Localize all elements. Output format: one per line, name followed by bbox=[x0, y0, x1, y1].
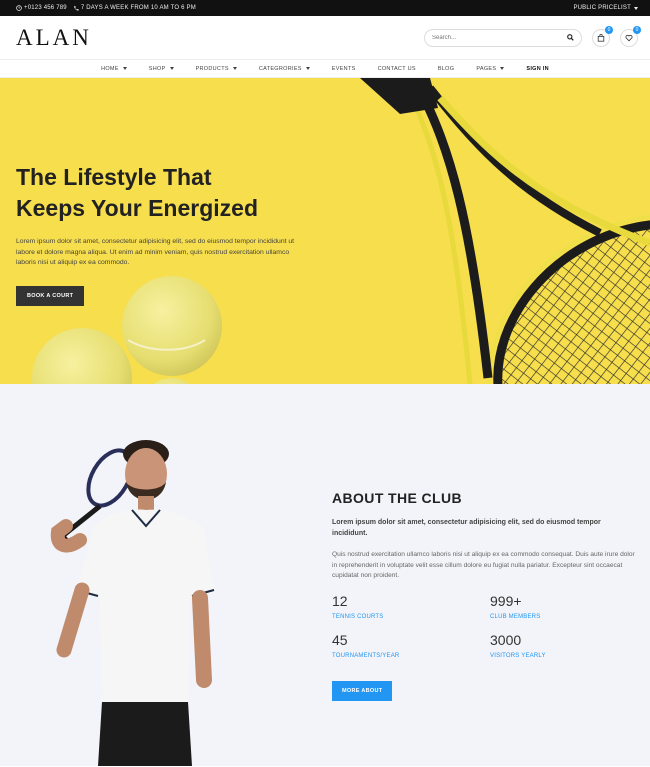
nav-item-contact[interactable]: CONTACT US bbox=[367, 66, 427, 72]
site-header: ALAN 0 0 bbox=[0, 16, 650, 60]
nav-item-sign-in[interactable]: SIGN IN bbox=[515, 66, 560, 72]
stat-number: 12 bbox=[332, 592, 348, 609]
chevron-down-icon bbox=[500, 67, 505, 70]
stat-visitors: 3000 VISITORS YEARLY bbox=[490, 632, 640, 659]
site-logo[interactable]: ALAN bbox=[16, 25, 92, 51]
stat-number: 45 bbox=[332, 631, 348, 648]
nav-label: SIGN IN bbox=[526, 65, 549, 72]
heart-icon bbox=[625, 34, 633, 41]
more-about-button[interactable]: MORE ABOUT bbox=[332, 680, 393, 701]
cart-button[interactable]: 0 bbox=[592, 25, 613, 47]
chevron-down-icon bbox=[122, 67, 127, 70]
nav-label: BLOG bbox=[437, 65, 455, 72]
search-box bbox=[424, 28, 582, 47]
hero-description: Lorem ipsum dolor sit amet, consectetur … bbox=[16, 238, 295, 266]
stat-tennis-courts: 12 TENNIS COURTS bbox=[332, 593, 490, 620]
header-actions: 0 0 bbox=[424, 25, 641, 47]
nav-item-blog[interactable]: BLOG bbox=[427, 66, 465, 72]
tennis-player-image bbox=[50, 440, 215, 766]
about-lead: Lorem ipsum dolor sit amet, consectetur … bbox=[332, 519, 601, 537]
stat-label: VISITORS YEARLY bbox=[490, 652, 546, 659]
about-description: Quis nostrud exercitation ullamco labori… bbox=[332, 551, 635, 579]
nav-label: HOME bbox=[101, 65, 119, 72]
top-bar-phone: +0123 456 789 bbox=[16, 5, 67, 11]
nav-label: SHOP bbox=[148, 65, 166, 72]
top-bar: +0123 456 789 7 DAYS A WEEK FROM 10 AM T… bbox=[0, 0, 650, 16]
club-stats: 12 TENNIS COURTS 999+ CLUB MEMBERS 45 TO… bbox=[332, 593, 637, 659]
main-nav: HOME SHOP PRODUCTS CATEGRORIES EVENTS CO… bbox=[0, 60, 650, 78]
top-bar-contact: +0123 456 789 7 DAYS A WEEK FROM 10 AM T… bbox=[16, 5, 196, 11]
hero-title-line-1: The Lifestyle That bbox=[16, 164, 212, 190]
nav-item-shop[interactable]: SHOP bbox=[138, 66, 185, 72]
stat-number: 3000 bbox=[490, 631, 522, 648]
stat-label: TENNIS COURTS bbox=[332, 613, 384, 620]
clock-icon bbox=[16, 5, 22, 11]
nav-label: PAGES bbox=[476, 65, 497, 72]
top-bar-hours: 7 DAYS A WEEK FROM 10 AM TO 6 PM bbox=[73, 5, 196, 11]
search-input[interactable] bbox=[432, 34, 567, 41]
search-icon[interactable] bbox=[567, 34, 574, 41]
nav-item-categories[interactable]: CATEGRORIES bbox=[248, 66, 321, 72]
nav-label: PRODUCTS bbox=[195, 65, 229, 72]
hero-text: The Lifestyle That Keeps Your Energized … bbox=[16, 162, 316, 306]
about-section: ABOUT THE CLUB Lorem ipsum dolor sit ame… bbox=[0, 384, 650, 766]
book-a-court-button[interactable]: BOOK A COURT bbox=[16, 285, 85, 306]
hero-banner: The Lifestyle That Keeps Your Energized … bbox=[0, 78, 650, 384]
about-title: ABOUT THE CLUB bbox=[332, 490, 463, 506]
wishlist-count-badge: 0 bbox=[633, 25, 641, 34]
shopping-bag-icon bbox=[597, 33, 605, 42]
stat-tournaments: 45 TOURNAMENTS/YEAR bbox=[332, 632, 490, 659]
pricelist-dropdown[interactable]: PUBLIC PRICELIST bbox=[573, 5, 638, 11]
nav-label: CONTACT US bbox=[377, 65, 416, 72]
phone-number: +0123 456 789 bbox=[24, 5, 67, 11]
nav-label: EVENTS bbox=[331, 65, 356, 72]
nav-item-events[interactable]: EVENTS bbox=[321, 66, 367, 72]
chevron-down-icon bbox=[169, 67, 174, 70]
racket-graphic bbox=[360, 78, 650, 384]
wishlist-button[interactable]: 0 bbox=[620, 25, 641, 47]
nav-item-pages[interactable]: PAGES bbox=[465, 66, 515, 72]
stat-label: CLUB MEMBERS bbox=[490, 613, 541, 620]
stat-label: TOURNAMENTS/YEAR bbox=[332, 652, 400, 659]
cart-count-badge: 0 bbox=[605, 25, 613, 34]
opening-hours: 7 DAYS A WEEK FROM 10 AM TO 6 PM bbox=[80, 5, 196, 11]
stat-number: 999+ bbox=[490, 592, 522, 609]
phone-icon bbox=[73, 5, 79, 11]
nav-label: CATEGRORIES bbox=[258, 65, 302, 72]
nav-item-home[interactable]: HOME bbox=[90, 66, 138, 72]
hero-title-line-2: Keeps Your Energized bbox=[16, 195, 258, 221]
chevron-down-icon bbox=[305, 67, 310, 70]
stat-club-members: 999+ CLUB MEMBERS bbox=[490, 593, 640, 620]
hero-title: The Lifestyle That Keeps Your Energized bbox=[16, 162, 316, 224]
pricelist-label: PUBLIC PRICELIST bbox=[573, 5, 631, 11]
nav-item-products[interactable]: PRODUCTS bbox=[185, 66, 248, 72]
about-content: ABOUT THE CLUB Lorem ipsum dolor sit ame… bbox=[332, 490, 637, 701]
chevron-down-icon bbox=[232, 67, 237, 70]
chevron-down-icon bbox=[634, 6, 638, 10]
